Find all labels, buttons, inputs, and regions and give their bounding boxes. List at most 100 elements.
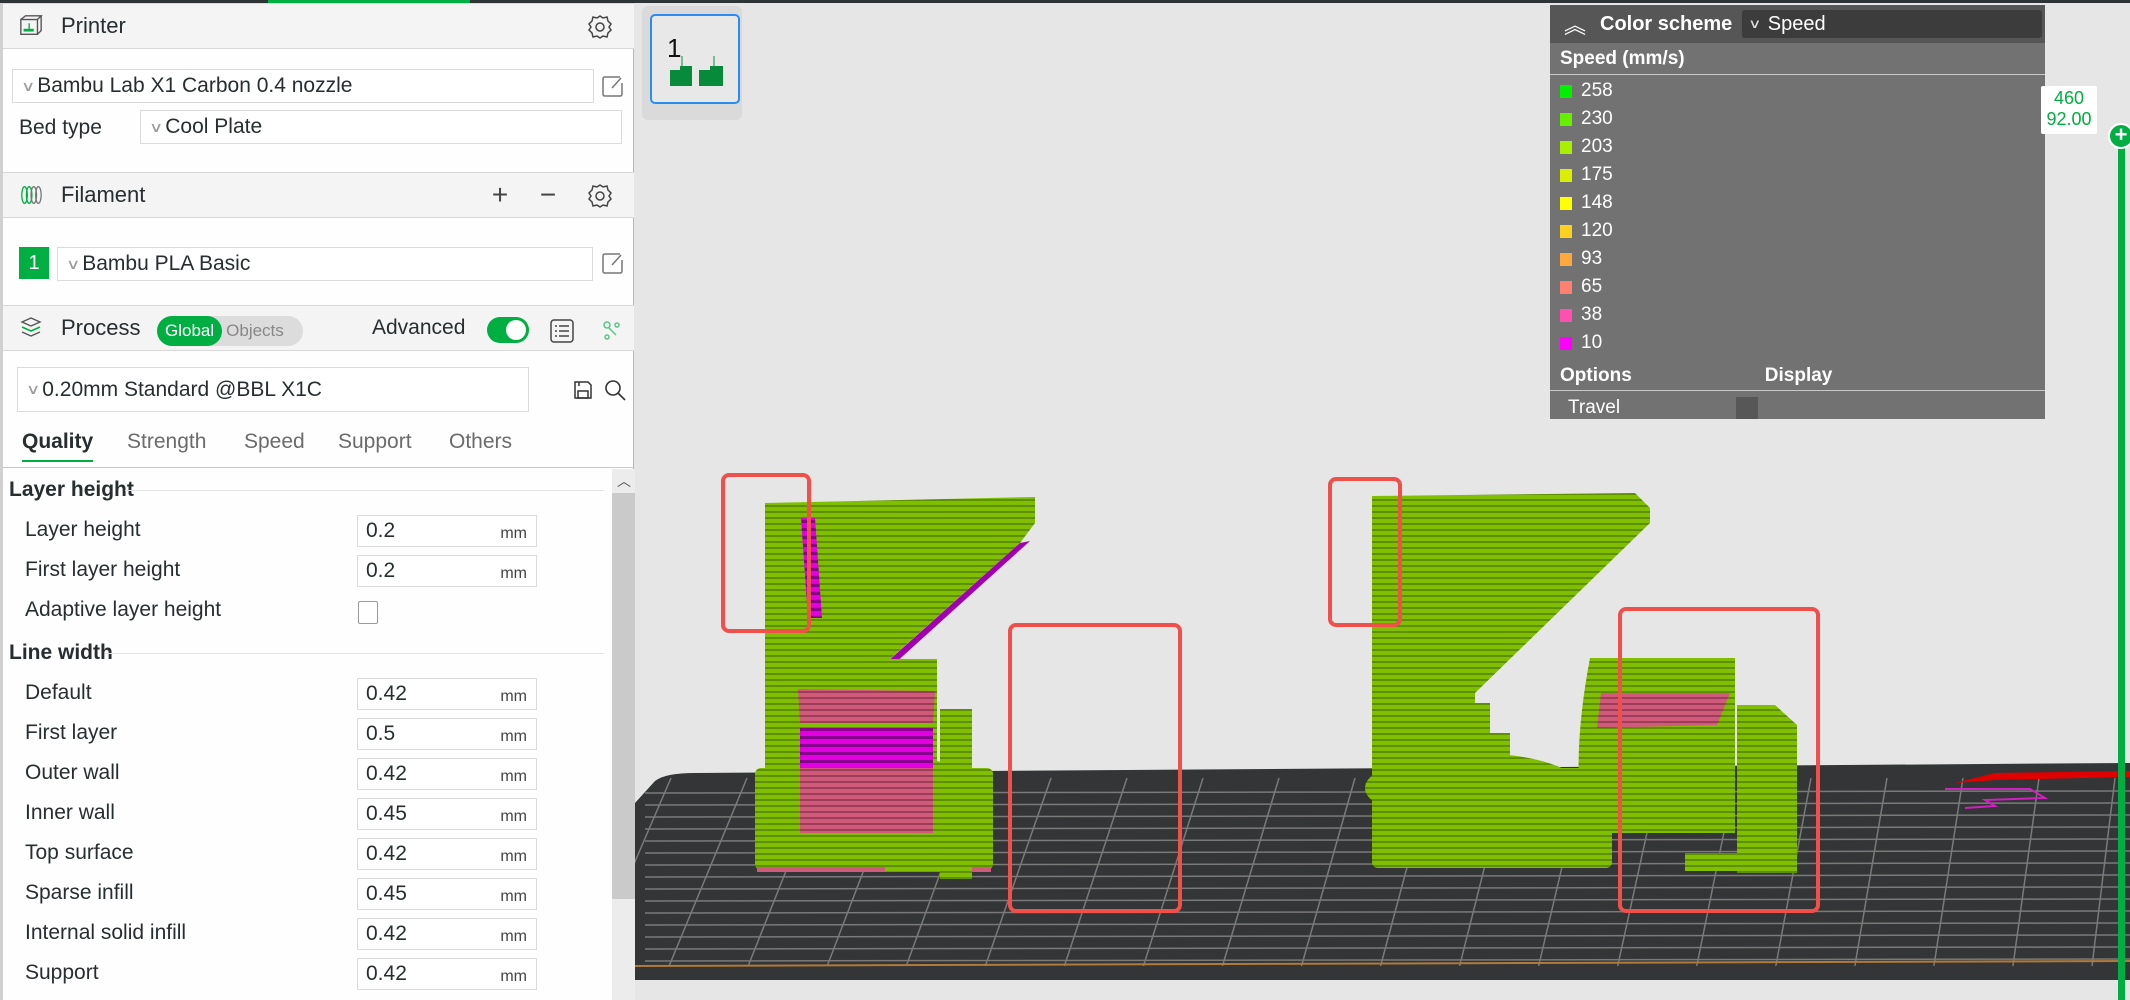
- color-scheme-label: Color scheme: [1600, 12, 1733, 35]
- travel-label: Travel: [1568, 397, 1621, 418]
- settings-scrollbar[interactable]: ︿: [612, 469, 636, 1000]
- line-width-value: 0.42: [366, 842, 407, 865]
- bed-type-select[interactable]: ∨ Cool Plate: [140, 110, 622, 144]
- travel-display-checkbox[interactable]: [1736, 397, 1759, 419]
- chevron-down-icon: ∨: [20, 77, 36, 94]
- legend-item: 65: [1550, 273, 2045, 301]
- line-width-input[interactable]: 0.42 mm: [357, 838, 537, 870]
- 3d-preview-viewport[interactable]: 1 ︽ Color scheme ∨ Speed Speed (mm/s) 25…: [635, 3, 2130, 1000]
- list-icon: [550, 319, 574, 343]
- legend-item: 258: [1550, 77, 2045, 105]
- chevron-down-icon: ∨: [148, 118, 164, 135]
- edit-filament-button[interactable]: [600, 250, 626, 276]
- printer-settings-button[interactable]: [585, 12, 615, 42]
- unit-label: mm: [500, 888, 527, 905]
- line-width-label: Inner wall: [25, 801, 115, 824]
- tab-strength[interactable]: Strength: [127, 430, 206, 460]
- bed-type-label: Bed type: [19, 116, 102, 139]
- plate-preview-icon: [670, 56, 723, 86]
- adaptive-layer-height-checkbox[interactable]: [358, 601, 378, 624]
- unit-label: mm: [500, 525, 527, 542]
- filament-preset-select[interactable]: ∨ Bambu PLA Basic: [57, 247, 593, 281]
- settings-scroll-area: Layer height Layer height 0.2 mm First l…: [3, 469, 636, 1000]
- line-width-input[interactable]: 0.42 mm: [357, 758, 537, 790]
- line-width-input[interactable]: 0.45 mm: [357, 798, 537, 830]
- remove-filament-button[interactable]: −: [533, 179, 563, 210]
- collapse-legend-button[interactable]: ︽: [1564, 8, 1588, 40]
- legend-swatch: [1560, 280, 1572, 294]
- legend-value: 258: [1581, 80, 1613, 101]
- tab-speed[interactable]: Speed: [244, 430, 305, 460]
- toggle-knob: [506, 320, 526, 340]
- compare-list-button[interactable]: [547, 316, 577, 346]
- legend-options-header: Options Display: [1550, 361, 2045, 391]
- first-layer-height-label: First layer height: [25, 558, 181, 581]
- unit-label: mm: [500, 968, 527, 985]
- scroll-up-button[interactable]: ︿: [612, 469, 636, 493]
- filament-preset-value: Bambu PLA Basic: [82, 252, 251, 275]
- search-settings-button[interactable]: [600, 375, 630, 405]
- add-filament-button[interactable]: +: [485, 179, 515, 210]
- process-tools-button[interactable]: [597, 316, 627, 346]
- layer-slider-handle[interactable]: +: [2108, 123, 2130, 149]
- unit-label: mm: [500, 768, 527, 785]
- process-preset-value: 0.20mm Standard @BBL X1C: [42, 377, 322, 401]
- line-width-label: Outer wall: [25, 761, 120, 784]
- tab-support[interactable]: Support: [338, 430, 412, 460]
- line-width-input[interactable]: 0.5 mm: [357, 718, 537, 750]
- filament-slot-badge[interactable]: 1: [19, 247, 49, 279]
- layer-height-input[interactable]: 0.2 mm: [357, 515, 537, 547]
- legend-swatch: [1560, 252, 1572, 266]
- printer-preset-select[interactable]: ∨ Bambu Lab X1 Carbon 0.4 nozzle: [12, 69, 594, 103]
- process-title: Process: [61, 315, 141, 340]
- line-width-input[interactable]: 0.42 mm: [357, 678, 537, 710]
- line-width-value: 0.42: [366, 682, 407, 705]
- legend-value: 203: [1581, 136, 1613, 157]
- plate-thumbnail[interactable]: 1: [650, 14, 740, 104]
- legend-swatch: [1560, 84, 1572, 98]
- layer-slider-track[interactable]: [2118, 133, 2125, 1000]
- layer-slider-tooltip: 460 92.00: [2041, 86, 2097, 134]
- legend-item: 148: [1550, 189, 2045, 217]
- legend-item: 10: [1550, 329, 2045, 357]
- plate-list: 1: [642, 6, 742, 120]
- unit-label: mm: [500, 848, 527, 865]
- legend-value: 38: [1581, 304, 1603, 325]
- group-title-line-width: Line width: [9, 641, 113, 664]
- color-scheme-value: Speed: [1767, 12, 1826, 35]
- line-width-label: Sparse infill: [25, 881, 134, 904]
- process-preset-select[interactable]: ∨ 0.20mm Standard @BBL X1C: [17, 367, 529, 412]
- line-width-label: Internal solid infill: [25, 921, 187, 944]
- layer-height-value: 0.2: [366, 519, 396, 542]
- filament-title: Filament: [61, 182, 146, 207]
- edit-printer-button[interactable]: [600, 73, 626, 99]
- edit-icon: [602, 253, 623, 274]
- color-scheme-select[interactable]: ∨ Speed: [1742, 10, 2043, 38]
- tab-quality[interactable]: Quality: [22, 430, 94, 462]
- filament-settings-button[interactable]: [585, 181, 615, 211]
- legend-travel-row: Travel: [1550, 391, 2045, 425]
- legend-swatch: [1560, 336, 1572, 350]
- layer-number: 460: [2053, 88, 2085, 108]
- scope-global-option[interactable]: Global: [157, 316, 223, 346]
- legend-item: 175: [1550, 161, 2045, 189]
- tab-others[interactable]: Others: [449, 430, 512, 460]
- line-width-label: Support: [25, 961, 99, 984]
- magic-wand-icon: [603, 321, 620, 340]
- line-width-input[interactable]: 0.45 mm: [357, 878, 537, 910]
- legend-value: 10: [1581, 332, 1603, 353]
- line-width-input[interactable]: 0.42 mm: [357, 958, 537, 990]
- scrollbar-thumb[interactable]: [612, 493, 636, 899]
- legend-item: 203: [1550, 133, 2045, 161]
- scope-objects-option[interactable]: Objects: [222, 321, 288, 341]
- advanced-label: Advanced: [372, 316, 466, 339]
- legend-value: 65: [1581, 276, 1603, 297]
- printer-section-header: Printer: [3, 3, 634, 49]
- line-width-input[interactable]: 0.42 mm: [357, 918, 537, 950]
- advanced-toggle[interactable]: [487, 317, 529, 343]
- process-scope-toggle[interactable]: Global Objects: [157, 316, 303, 346]
- first-layer-height-input[interactable]: 0.2 mm: [357, 555, 537, 587]
- gear-icon: [588, 15, 612, 39]
- group-divider: [125, 490, 604, 491]
- save-preset-button[interactable]: [568, 375, 598, 405]
